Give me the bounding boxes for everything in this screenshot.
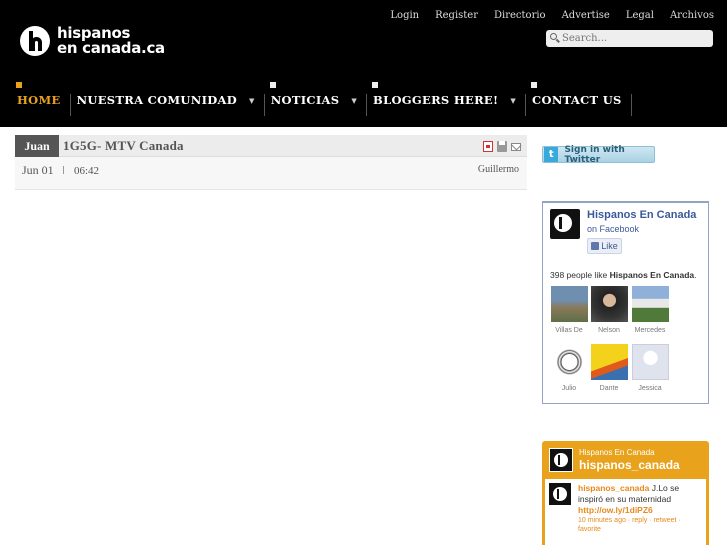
twitter-account-name: Hispanos En Canada: [579, 448, 655, 457]
legal-link[interactable]: Legal: [626, 10, 654, 21]
facebook-page-name[interactable]: Hispanos En Canada: [587, 209, 696, 221]
nav-contact-label: CONTACT US: [532, 93, 622, 107]
facebook-like-count: 398 people like Hispanos En Canada.: [550, 270, 697, 280]
directorio-link[interactable]: Directorio: [494, 10, 546, 21]
nav-marker-icon: [372, 82, 379, 88]
sign-in-with-twitter-button[interactable]: t Sign in with Twitter: [542, 144, 655, 165]
fan-name: Dante: [599, 385, 619, 392]
tweet-item: hispanos_canada J.Lo se inspiró en su ma…: [578, 483, 702, 516]
article-time: 06:42: [74, 165, 100, 177]
fan-name: Mercedes: [634, 327, 666, 334]
nav-bloggers-label: BLOGGERS HERE!: [373, 93, 499, 107]
article-header: Juan 1G5G- MTV Canada: [15, 135, 527, 157]
nav-marker-icon: [269, 82, 276, 88]
chevron-down-icon: ▼: [351, 95, 358, 105]
fan-name: Jessica: [638, 385, 662, 392]
fan-avatar: [550, 286, 588, 322]
advertise-link[interactable]: Advertise: [562, 10, 610, 21]
chevron-down-icon: ▼: [249, 95, 255, 105]
twitter-profile-icon[interactable]: [549, 448, 573, 472]
fan-item[interactable]: Villas De: [550, 286, 588, 334]
site-header: hispanos en canada.ca Login Register Dir…: [0, 0, 727, 128]
nav-nuestra-comunidad-label: NUESTRA COMUNIDAD: [76, 93, 238, 107]
facebook-like-box: Hispanos En Canada on Facebook Like 398 …: [542, 201, 709, 404]
site-logo[interactable]: hispanos en canada.ca: [20, 26, 165, 56]
search-icon[interactable]: [546, 30, 562, 47]
thumbs-up-icon: [591, 242, 600, 250]
article-tools: [483, 141, 521, 152]
fan-item[interactable]: Mercedes: [631, 286, 669, 334]
tweet-link[interactable]: http://ow.ly/1diPZ6: [578, 505, 653, 515]
fan-avatar: [550, 344, 588, 380]
nav-home[interactable]: HOME: [11, 82, 71, 118]
pdf-icon[interactable]: [483, 141, 493, 152]
like-count-text: 398 people like: [550, 270, 608, 280]
fan-item[interactable]: Nelson: [590, 286, 628, 334]
fan-name: Nelson: [598, 327, 620, 334]
nav-bloggers-here[interactable]: BLOGGERS HERE! ▼: [367, 82, 527, 118]
fan-avatar: [631, 344, 669, 380]
tweet-user[interactable]: hispanos_canada: [578, 483, 649, 493]
search-box: [546, 30, 713, 47]
meta-divider: [63, 166, 64, 174]
login-link[interactable]: Login: [390, 10, 419, 21]
like-count-page[interactable]: Hispanos En Canada: [610, 270, 695, 280]
nav-marker-icon: [531, 82, 538, 88]
fan-avatar: [590, 344, 628, 380]
fan-avatar: [590, 286, 628, 322]
fan-item[interactable]: Dante: [590, 344, 628, 392]
print-icon[interactable]: [497, 141, 507, 152]
month-tab: Juan: [15, 135, 59, 157]
fan-item[interactable]: Jessica: [631, 344, 669, 392]
article-author[interactable]: Guillermo: [478, 164, 519, 175]
logo-mark-icon: [20, 26, 50, 56]
nav-home-label: HOME: [17, 93, 61, 107]
twitter-button-label: Sign in with Twitter: [564, 144, 625, 165]
nav-contact-us[interactable]: CONTACT US: [526, 82, 632, 118]
twitter-icon: t: [544, 147, 559, 162]
article-date: Jun 01: [22, 163, 54, 177]
facebook-like-button[interactable]: Like: [587, 238, 622, 254]
search-input[interactable]: [562, 33, 707, 44]
nav-marker-icon: [16, 82, 22, 88]
twitter-widget: Hispanos En Canada hispanos_canada hispa…: [542, 441, 709, 545]
tweet-avatar-icon[interactable]: [549, 483, 571, 505]
top-links: Login Register Directorio Advertise Lega…: [374, 10, 714, 21]
archivos-link[interactable]: Archivos: [670, 10, 714, 21]
article-meta: Jun 01 06:42 Guillermo: [15, 157, 527, 190]
tweet-meta[interactable]: 10 minutes ago · reply · retweet · favor…: [578, 516, 702, 534]
nav-nuestra-comunidad[interactable]: NUESTRA COMUNIDAD ▼: [71, 82, 265, 118]
fan-name: Villas De: [555, 327, 583, 334]
tweet-list: hispanos_canada J.Lo se inspiró en su ma…: [545, 479, 706, 545]
like-label: Like: [601, 241, 618, 251]
register-link[interactable]: Register: [435, 10, 478, 21]
chevron-down-icon: ▼: [510, 95, 517, 105]
main-nav: HOME NUESTRA COMUNIDAD ▼ NOTICIAS ▼ BLOG…: [11, 82, 632, 118]
email-icon[interactable]: [511, 143, 521, 151]
fan-item[interactable]: Julio: [550, 344, 588, 392]
logo-line-2: en canada.ca: [57, 39, 165, 57]
article-title[interactable]: 1G5G- MTV Canada: [63, 138, 184, 154]
fan-avatar: [631, 286, 669, 322]
twitter-handle[interactable]: hispanos_canada: [579, 458, 680, 472]
page-logo-icon[interactable]: [550, 209, 580, 239]
nav-noticias[interactable]: NOTICIAS ▼: [265, 82, 368, 118]
nav-noticias-label: NOTICIAS: [270, 93, 340, 107]
fan-name: Julio: [561, 385, 577, 392]
facebook-subtitle[interactable]: on Facebook: [587, 224, 639, 234]
